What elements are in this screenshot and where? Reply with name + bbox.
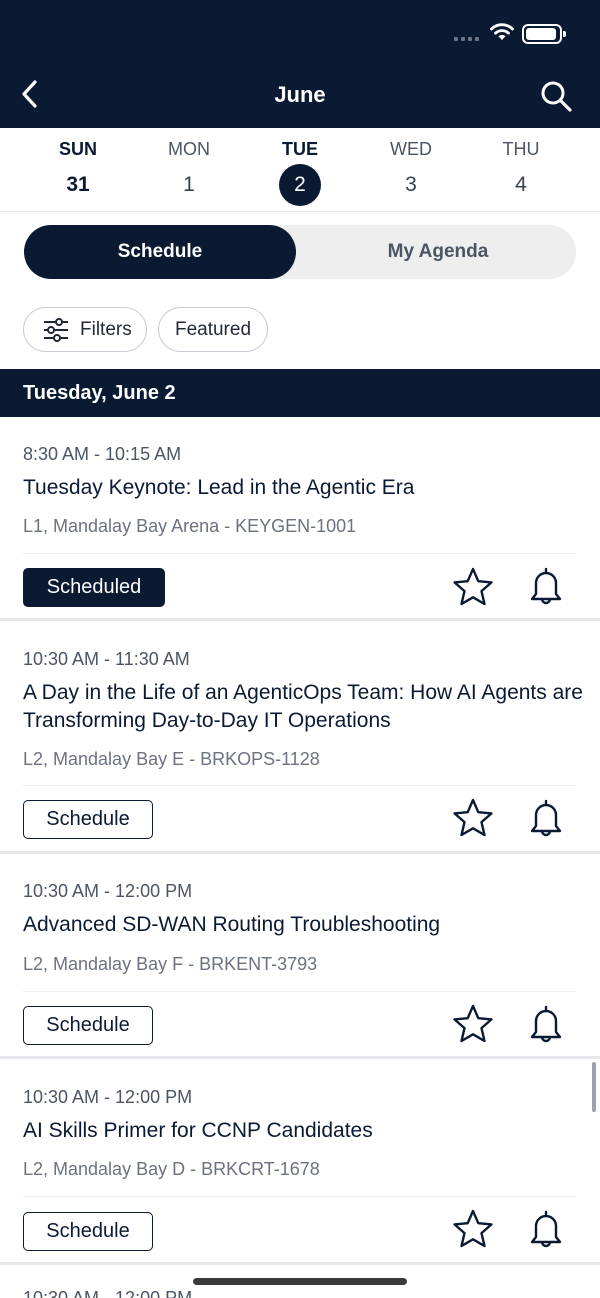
tab-my-agenda[interactable]: My Agenda: [300, 225, 576, 279]
star-icon[interactable]: [451, 565, 495, 609]
day-selector: SUN 31 MON 1 TUE 2 WED 3 THU 4: [0, 128, 600, 212]
day-name: SUN: [58, 139, 97, 159]
session-location: L2, Mandalay Bay E - BRKOPS-1128: [23, 749, 320, 769]
star-icon[interactable]: [451, 796, 495, 840]
day-thu[interactable]: THU 4: [471, 138, 571, 208]
session-card[interactable]: 8:30 AM - 10:15 AM Tuesday Keynote: Lead…: [0, 417, 600, 621]
divider: [23, 991, 576, 992]
day-mon[interactable]: MON 1: [139, 138, 239, 208]
day-name: TUE: [282, 139, 318, 159]
session-card[interactable]: 10:30 AM - 12:00 PM AI Skills Primer for…: [0, 1059, 600, 1265]
session-card[interactable]: 10:30 AM - 12:00 PM Advanced SD-WAN Rout…: [0, 854, 600, 1059]
bell-icon[interactable]: [524, 1207, 568, 1251]
home-indicator[interactable]: [193, 1278, 407, 1285]
session-time: 10:30 AM - 11:30 AM: [23, 649, 190, 669]
session-location: L1, Mandalay Bay Arena - KEYGEN-1001: [23, 516, 357, 536]
session-location: L2, Mandalay Bay D - BRKCRT-1678: [23, 1159, 320, 1179]
star-icon[interactable]: [451, 1002, 495, 1046]
scrollbar[interactable]: [592, 1062, 596, 1112]
schedule-button[interactable]: Schedule: [23, 800, 153, 839]
page-title: June: [274, 82, 326, 107]
session-time: 10:30 AM - 12:00 PM: [23, 1087, 193, 1107]
wifi-icon: [490, 23, 514, 40]
day-number: 1: [183, 173, 195, 196]
featured-button[interactable]: Featured: [158, 307, 268, 352]
divider: [23, 553, 576, 554]
bell-icon[interactable]: [524, 564, 568, 608]
bell-icon[interactable]: [524, 1002, 568, 1046]
search-button[interactable]: [536, 76, 576, 116]
nav-bar: June: [0, 60, 600, 128]
star-icon[interactable]: [451, 1207, 495, 1251]
view-segmented-control: Schedule My Agenda: [24, 225, 576, 279]
day-number-selected: 2: [279, 164, 321, 206]
sliders-icon: [44, 317, 68, 342]
divider: [23, 1196, 576, 1197]
tab-schedule[interactable]: Schedule: [24, 225, 296, 279]
day-wed[interactable]: WED 3: [361, 138, 461, 208]
scheduled-button[interactable]: Scheduled: [23, 568, 165, 607]
divider: [23, 785, 576, 786]
cellular-signal-icon: [454, 37, 479, 41]
session-title: AI Skills Primer for CCNP Candidates: [23, 1119, 373, 1142]
day-name: MON: [168, 139, 210, 159]
day-name: THU: [502, 139, 540, 159]
schedule-button[interactable]: Schedule: [23, 1212, 153, 1251]
date-section-header: Tuesday, June 2: [0, 369, 600, 417]
filters-label: Filters: [80, 318, 132, 340]
session-time: 8:30 AM - 10:15 AM: [23, 444, 182, 464]
day-sun[interactable]: SUN 31: [28, 138, 128, 208]
session-time-peek: 10:30 AM - 12:00 PM: [23, 1288, 193, 1298]
day-number: 3: [405, 173, 417, 196]
day-number: 31: [66, 173, 90, 196]
session-title: A Day in the Life of an AgenticOps Team:…: [23, 681, 583, 732]
bell-icon[interactable]: [524, 796, 568, 840]
status-bar: [0, 0, 600, 60]
session-time: 10:30 AM - 12:00 PM: [23, 881, 193, 901]
session-card[interactable]: 10:30 AM - 11:30 AM A Day in the Life of…: [0, 621, 600, 854]
session-title: Advanced SD-WAN Routing Troubleshooting: [23, 913, 441, 936]
session-location: L2, Mandalay Bay F - BRKENT-3793: [23, 954, 318, 974]
schedule-button[interactable]: Schedule: [23, 1006, 153, 1045]
filters-button[interactable]: Filters: [23, 307, 147, 352]
day-name: WED: [390, 139, 432, 159]
battery-icon: [522, 24, 566, 44]
day-number: 4: [515, 173, 527, 196]
search-icon: [541, 81, 572, 112]
day-tue[interactable]: TUE 2: [250, 138, 350, 208]
session-title: Tuesday Keynote: Lead in the Agentic Era: [23, 476, 415, 499]
